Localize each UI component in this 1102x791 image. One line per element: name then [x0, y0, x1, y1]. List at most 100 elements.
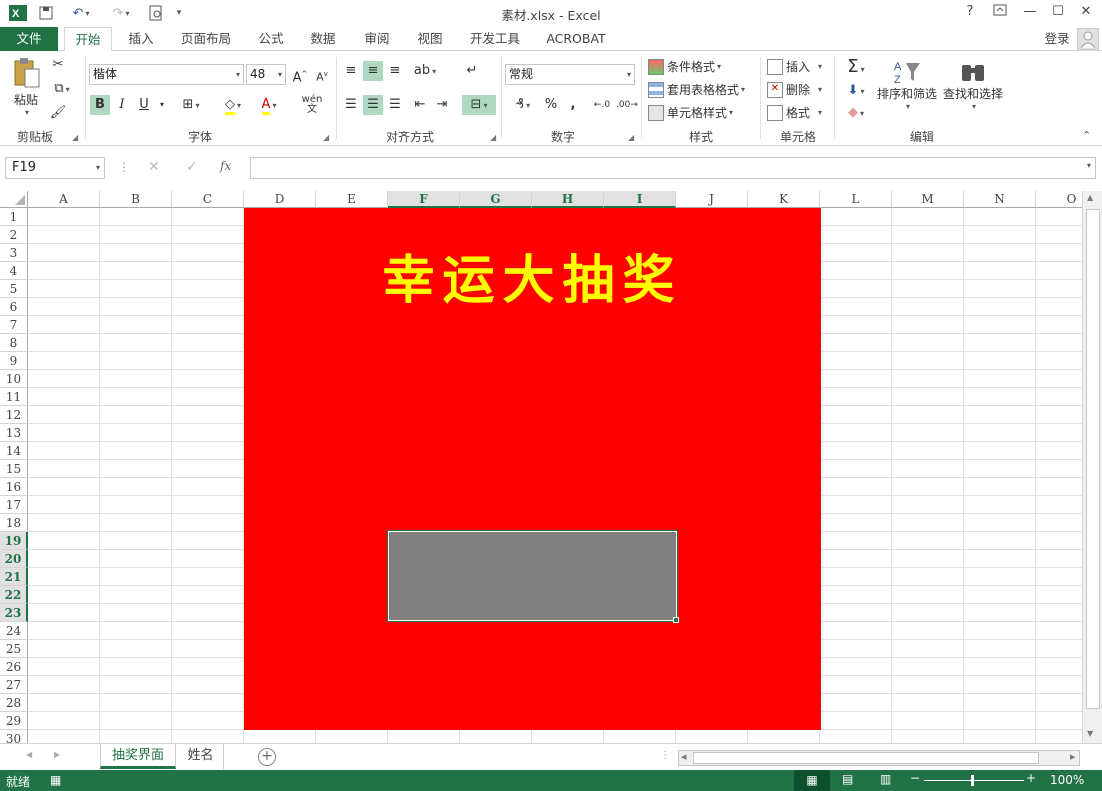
align-center-icon[interactable]: ☰ — [363, 95, 383, 115]
underline-dropdown-icon[interactable]: ▾ — [152, 95, 172, 115]
row-header-5[interactable]: 5 — [0, 280, 28, 298]
zoom-in-icon[interactable]: + — [1026, 771, 1036, 785]
comma-style-button[interactable]: , — [563, 95, 583, 115]
fill-color-icon[interactable]: ◇ ▾ — [218, 95, 248, 115]
scroll-left-icon[interactable]: ◀ — [681, 753, 686, 761]
zoom-out-icon[interactable]: − — [910, 771, 920, 785]
tab-review[interactable]: 审阅 — [356, 27, 398, 51]
row-header-3[interactable]: 3 — [0, 244, 28, 262]
help-button[interactable]: ? — [958, 4, 982, 22]
minimize-icon[interactable]: — — [1018, 4, 1042, 22]
row-header-4[interactable]: 4 — [0, 262, 28, 280]
align-right-icon[interactable]: ☰ — [385, 95, 405, 115]
italic-button[interactable]: I — [112, 95, 132, 115]
tab-file[interactable]: 文件 — [0, 27, 58, 51]
row-header-23[interactable]: 23 — [0, 604, 28, 622]
column-header-k[interactable]: K — [748, 191, 820, 208]
add-sheet-icon[interactable]: + — [258, 748, 276, 766]
normal-view-icon[interactable]: ▦ — [794, 770, 830, 791]
column-header-a[interactable]: A — [28, 191, 100, 208]
font-size-combo[interactable]: 48 ▾ — [246, 64, 286, 85]
borders-icon[interactable]: ⊞ ▾ — [176, 95, 206, 115]
tab-home[interactable]: 开始 — [64, 27, 112, 52]
align-left-icon[interactable]: ☰ — [341, 95, 361, 115]
maximize-icon[interactable]: ☐ — [1046, 4, 1070, 22]
insert-cells-button[interactable]: 插入 ▾ — [767, 58, 822, 75]
column-header-b[interactable]: B — [100, 191, 172, 208]
percent-style-button[interactable]: % — [541, 95, 561, 115]
grow-font-button[interactable]: A^ — [290, 64, 310, 85]
column-header-g[interactable]: G — [460, 191, 532, 208]
shrink-font-button[interactable]: Av — [312, 64, 332, 84]
row-header-9[interactable]: 9 — [0, 352, 28, 370]
column-header-h[interactable]: H — [532, 191, 604, 208]
row-header-28[interactable]: 28 — [0, 694, 28, 712]
row-header-1[interactable]: 1 — [0, 208, 28, 226]
format-painter-icon[interactable]: 🖌 — [48, 103, 68, 123]
delete-cells-button[interactable]: ✕ 删除 ▾ — [767, 81, 822, 98]
increase-indent-icon[interactable]: ⇥ — [432, 95, 452, 115]
column-header-f[interactable]: F — [388, 191, 460, 208]
row-header-22[interactable]: 22 — [0, 586, 28, 604]
row-header-25[interactable]: 25 — [0, 640, 28, 658]
row-header-19[interactable]: 19 — [0, 532, 28, 550]
row-header-18[interactable]: 18 — [0, 514, 28, 532]
align-bottom-icon[interactable]: ≡ — [385, 61, 405, 81]
align-top-icon[interactable]: ≡ — [341, 61, 361, 81]
column-header-j[interactable]: J — [676, 191, 748, 208]
row-header-21[interactable]: 21 — [0, 568, 28, 586]
decrease-decimal-icon[interactable]: .00→ — [616, 95, 638, 115]
paste-button[interactable]: 粘贴 ▾ — [8, 57, 44, 117]
font-launcher-icon[interactable]: ◢ — [323, 133, 329, 142]
zoom-level[interactable]: 100% — [1050, 773, 1084, 787]
scrollbar-thumb[interactable] — [1086, 209, 1100, 709]
ribbon-display-options-icon[interactable] — [988, 4, 1012, 22]
alignment-launcher-icon[interactable]: ◢ — [490, 133, 496, 142]
worksheet-grid[interactable]: ABCDEFGHIJKLMNO 1 2 3 4 5 6 7 8 9 10 11 12 13 14 15 16 1… — [0, 191, 1082, 743]
format-as-table-button[interactable]: 套用表格格式 ▾ — [648, 81, 745, 98]
tab-split-grip-icon[interactable]: ⋮ — [660, 750, 670, 761]
row-header-12[interactable]: 12 — [0, 406, 28, 424]
scroll-right-icon[interactable]: ▶ — [1070, 753, 1075, 761]
tab-acrobat[interactable]: ACROBAT — [540, 27, 612, 51]
tab-insert[interactable]: 插入 — [118, 27, 164, 51]
close-icon[interactable]: ✕ — [1074, 4, 1098, 22]
find-select-button[interactable]: 查找和选择 ▾ — [942, 59, 1004, 111]
column-header-c[interactable]: C — [172, 191, 244, 208]
column-header-m[interactable]: M — [892, 191, 964, 208]
macro-record-icon[interactable]: ▦ — [50, 773, 61, 787]
bold-button[interactable]: B — [90, 95, 110, 115]
name-box[interactable]: F19 ▾ — [5, 157, 105, 179]
horizontal-scrollbar[interactable]: ◀ ▶ — [678, 750, 1080, 766]
tab-developer[interactable]: 开发工具 — [464, 27, 526, 51]
fill-handle[interactable] — [673, 617, 679, 623]
row-header-2[interactable]: 2 — [0, 226, 28, 244]
scroll-down-icon[interactable]: ▼ — [1087, 729, 1093, 738]
sort-filter-button[interactable]: AZ 排序和筛选 ▾ — [876, 59, 938, 111]
column-header-e[interactable]: E — [316, 191, 388, 208]
zoom-slider[interactable] — [924, 780, 1024, 781]
row-header-29[interactable]: 29 — [0, 712, 28, 730]
name-display-box[interactable] — [387, 530, 678, 622]
row-header-13[interactable]: 13 — [0, 424, 28, 442]
align-middle-icon[interactable]: ≡ — [363, 61, 383, 81]
page-layout-view-icon[interactable]: ▤ — [842, 772, 853, 786]
tab-formulas[interactable]: 公式 — [250, 27, 292, 51]
sheet-tab-lottery[interactable]: 抽奖界面 — [100, 744, 176, 769]
avatar[interactable] — [1077, 28, 1099, 50]
collapse-ribbon-icon[interactable]: ⌃ — [1082, 129, 1091, 142]
row-header-10[interactable]: 10 — [0, 370, 28, 388]
row-header-26[interactable]: 26 — [0, 658, 28, 676]
row-header-30[interactable]: 30 — [0, 730, 28, 743]
tab-view[interactable]: 视图 — [409, 27, 451, 51]
row-header-15[interactable]: 15 — [0, 460, 28, 478]
font-name-combo[interactable]: 楷体 ▾ — [89, 64, 244, 85]
row-header-14[interactable]: 14 — [0, 442, 28, 460]
number-launcher-icon[interactable]: ◢ — [628, 133, 634, 142]
cancel-icon[interactable]: ✕ — [148, 159, 160, 175]
font-color-icon[interactable]: A ▾ — [254, 95, 284, 115]
row-header-11[interactable]: 11 — [0, 388, 28, 406]
phonetic-guide-icon[interactable]: wén 文 — [296, 95, 328, 115]
copy-icon[interactable]: ⧉ ▾ — [48, 79, 76, 99]
enter-icon[interactable]: ✓ — [186, 159, 198, 175]
